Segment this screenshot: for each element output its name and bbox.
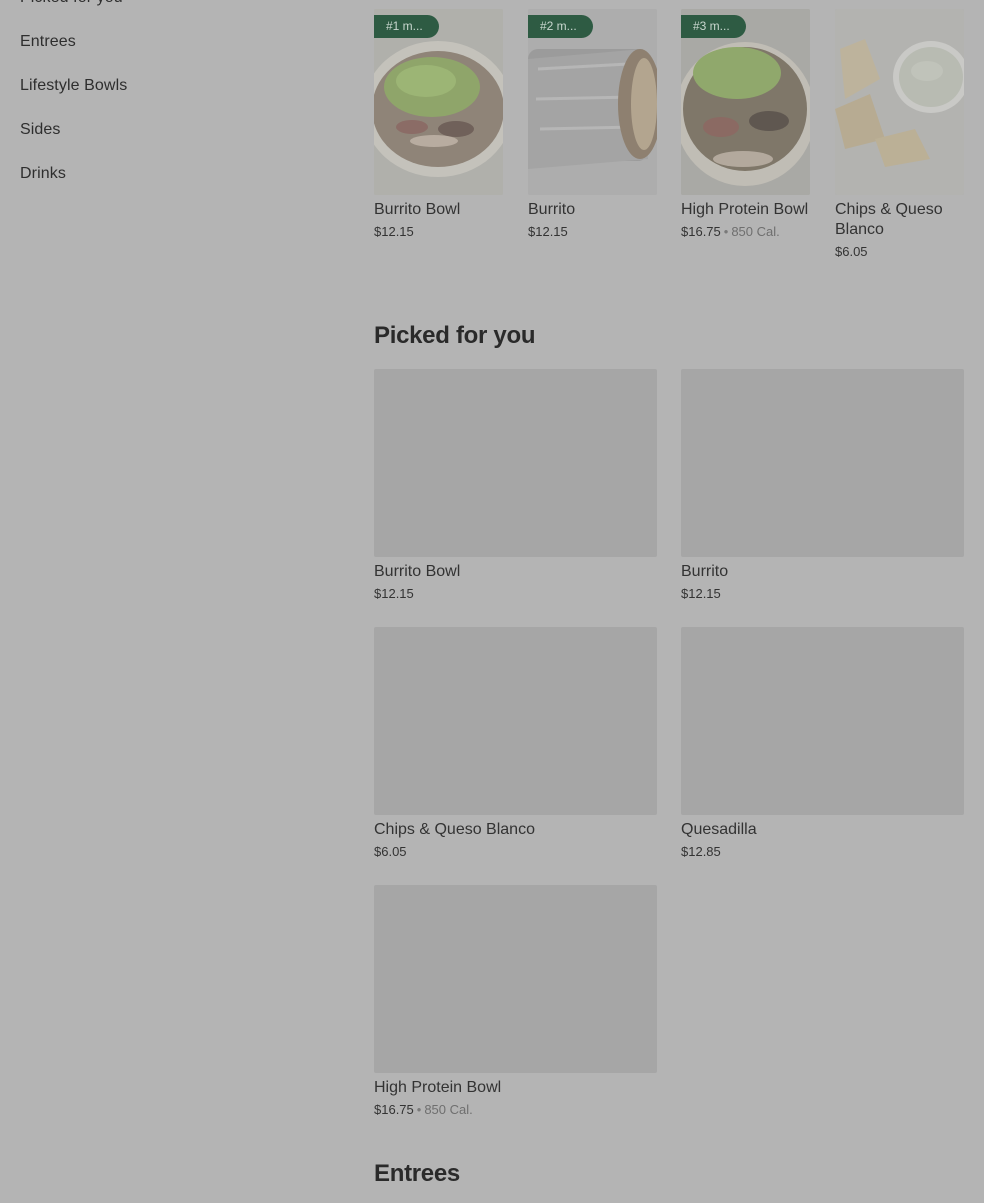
item-price-line: $12.15 <box>374 223 503 240</box>
featured-item-card[interactable]: #3 m... High Protein Bowl $16.75 • 850 Cal… <box>681 9 810 240</box>
chips-queso-image <box>835 9 964 195</box>
item-calories: 850 Cal. <box>731 224 780 239</box>
sidebar-item-entrees[interactable]: Entrees <box>20 32 320 52</box>
sidebar-item-lifestyle-bowls[interactable]: Lifestyle Bowls <box>20 76 320 96</box>
item-name: High Protein Bowl <box>374 1079 502 1096</box>
category-sidebar: Picked for you Entrees Lifestyle Bowls S… <box>20 0 320 208</box>
item-price-line: $12.15 <box>681 585 964 602</box>
menu-item-card[interactable]: Quesadilla $12.85 <box>681 627 964 860</box>
item-price-line: $6.05 <box>835 243 964 260</box>
separator-dot: • <box>416 1102 422 1117</box>
sidebar-item-picked-for-you[interactable]: Picked for you <box>20 0 320 8</box>
menu-item-card[interactable]: Chips & Queso Blanco $6.05 <box>374 627 657 860</box>
section-title-picked-for-you: Picked for you <box>374 322 536 349</box>
popularity-badge: #1 m... <box>374 15 439 38</box>
popularity-badge: #2 m... <box>528 15 593 38</box>
menu-item-card[interactable]: Burrito Bowl $12.15 <box>374 369 657 602</box>
item-price-line: $12.85 <box>681 843 964 860</box>
item-name: Burrito <box>528 201 576 218</box>
item-price: $12.15 <box>374 224 414 239</box>
item-name: Quesadilla <box>681 821 757 838</box>
item-price: $12.15 <box>374 586 414 601</box>
featured-item-card[interactable]: Chips & Queso Blanco $6.05 <box>835 9 964 260</box>
burrito-image: #2 m... <box>528 9 657 195</box>
item-image-placeholder <box>681 627 964 815</box>
menu-item-card[interactable]: Burrito $12.15 <box>681 369 964 602</box>
featured-item-card[interactable]: #1 m... Burrito Bowl $12.15 <box>374 9 503 240</box>
featured-item-card[interactable]: #2 m... Burrito $12.15 <box>528 9 657 240</box>
item-name: Burrito Bowl <box>374 201 461 218</box>
section-title-entrees: Entrees <box>374 1160 460 1187</box>
menu-item-card[interactable]: High Protein Bowl $16.75 • 850 Cal. <box>374 885 657 1118</box>
item-name: Chips & Queso Blanco <box>374 821 535 838</box>
item-price: $12.15 <box>528 224 568 239</box>
item-image-placeholder <box>681 369 964 557</box>
item-price-line: $16.75 • 850 Cal. <box>374 1101 657 1118</box>
item-price-line: $12.15 <box>374 585 657 602</box>
item-price: $6.05 <box>835 244 868 259</box>
separator-dot: • <box>723 224 729 239</box>
item-price: $12.85 <box>681 844 721 859</box>
item-name: Chips & Queso Blanco <box>835 201 943 238</box>
item-image-placeholder <box>374 885 657 1073</box>
item-price-line: $12.15 <box>528 223 657 240</box>
high-protein-bowl-image: #3 m... <box>681 9 810 195</box>
item-price-line: $6.05 <box>374 843 657 860</box>
featured-carousel: #1 m... Burrito Bowl $12.15 #2 m... Burr… <box>374 9 964 269</box>
item-name: Burrito <box>681 563 729 580</box>
item-name: Burrito Bowl <box>374 563 461 580</box>
popularity-badge: #3 m... <box>681 15 746 38</box>
item-name: High Protein Bowl <box>681 201 809 218</box>
item-price: $12.15 <box>681 586 721 601</box>
item-image-placeholder <box>374 369 657 557</box>
item-price-line: $16.75 • 850 Cal. <box>681 223 810 240</box>
item-price: $16.75 <box>681 224 721 239</box>
item-calories: 850 Cal. <box>424 1102 473 1117</box>
sidebar-item-drinks[interactable]: Drinks <box>20 164 320 184</box>
burrito-bowl-image: #1 m... <box>374 9 503 195</box>
item-image-placeholder <box>374 627 657 815</box>
item-price: $6.05 <box>374 844 407 859</box>
sidebar-item-sides[interactable]: Sides <box>20 120 320 140</box>
item-price: $16.75 <box>374 1102 414 1117</box>
